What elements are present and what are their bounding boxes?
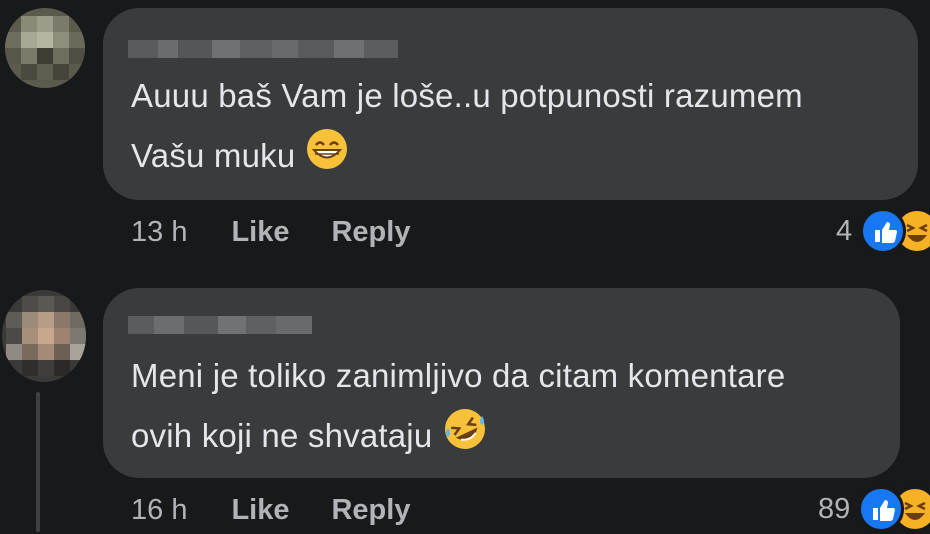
reply-thread-line <box>36 392 40 532</box>
reaction-summary-1[interactable]: 4 <box>836 208 930 254</box>
reaction-summary-2[interactable]: 89 <box>818 486 930 532</box>
comment-bubble-2: Meni je toliko zanimljivo da citam komen… <box>103 288 900 478</box>
commenter-avatar-2[interactable] <box>2 290 86 382</box>
commenter-name-blurred[interactable] <box>128 316 312 334</box>
reaction-count: 89 <box>818 492 851 525</box>
comment-meta-2: 16 h Like Reply <box>131 490 410 530</box>
like-reaction-icon <box>858 486 905 532</box>
grinning-face-emoji-icon <box>305 127 349 190</box>
comment-meta-1: 13 h Like Reply <box>131 212 410 252</box>
comment-text: Auuu baš Vam je loše..u potpunosti razum… <box>131 66 803 190</box>
comment-line: Auuu baš Vam je loše..u potpunosti razum… <box>131 77 803 114</box>
commenter-avatar-1[interactable] <box>5 8 85 88</box>
commenter-name-blurred[interactable] <box>128 40 398 58</box>
comment-timestamp[interactable]: 13 h <box>131 216 187 249</box>
reply-button[interactable]: Reply <box>331 494 410 527</box>
comment-text: Meni je toliko zanimljivo da citam komen… <box>131 346 785 471</box>
like-button[interactable]: Like <box>231 216 289 249</box>
like-button[interactable]: Like <box>231 494 289 527</box>
reply-button[interactable]: Reply <box>331 216 410 249</box>
like-reaction-icon <box>860 208 907 254</box>
comment-timestamp[interactable]: 16 h <box>131 494 187 527</box>
comment-line-with-emoji: Vašu muku <box>131 126 803 190</box>
reaction-count: 4 <box>836 214 853 247</box>
rofl-emoji-icon <box>442 406 488 471</box>
comment-bubble-1: Auuu baš Vam je loše..u potpunosti razum… <box>103 8 918 200</box>
comment-line: Meni je toliko zanimljivo da citam komen… <box>131 357 786 394</box>
comment-line-with-emoji: ovih koji ne shvataju <box>131 406 785 471</box>
